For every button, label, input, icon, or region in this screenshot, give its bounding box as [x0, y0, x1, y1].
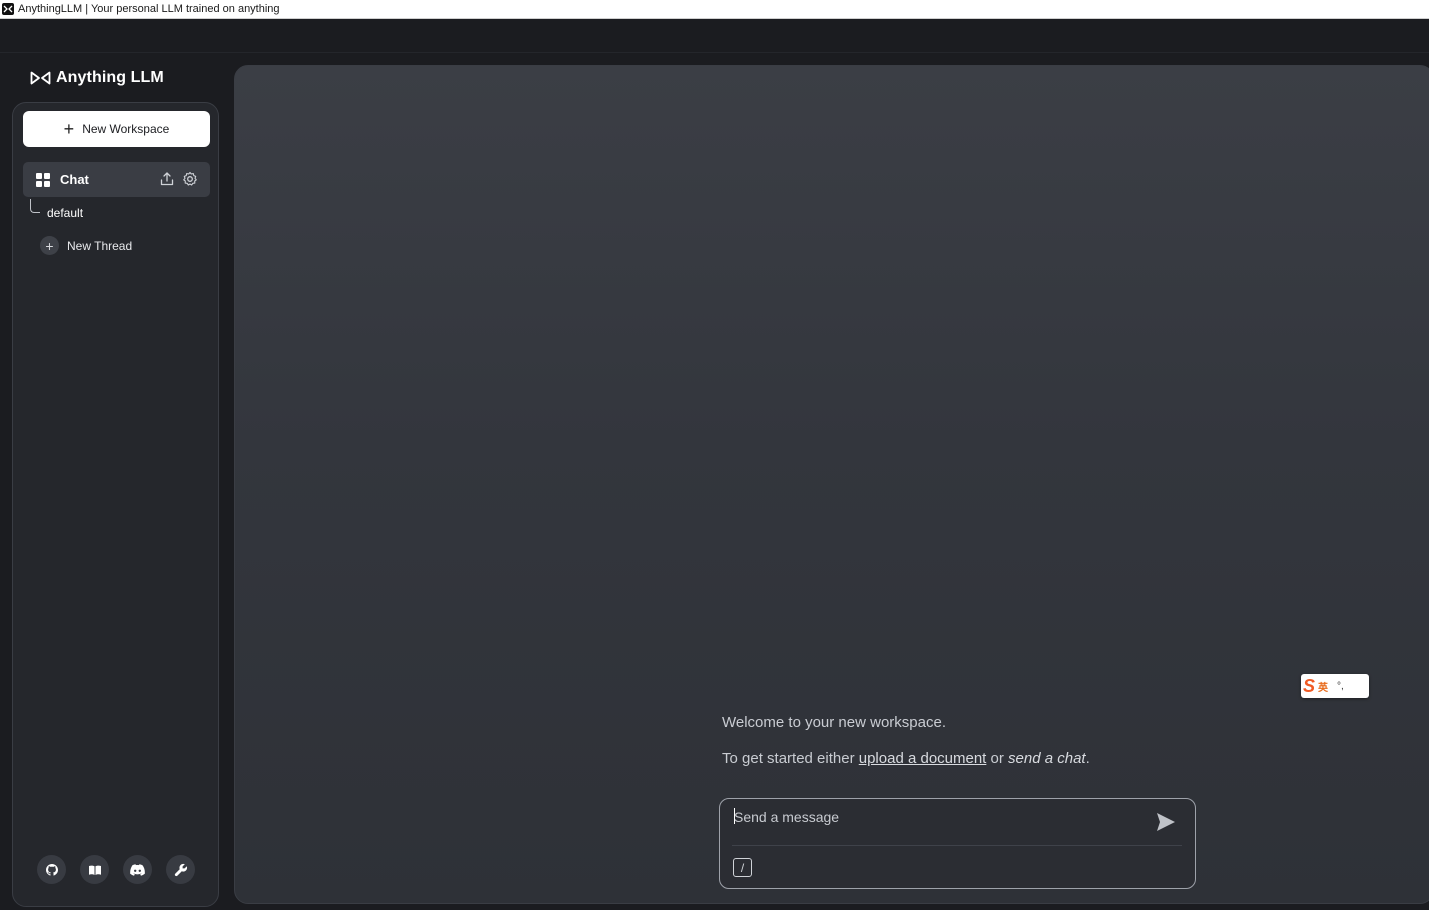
- ime-logo: S: [1303, 676, 1316, 696]
- send-icon[interactable]: [1154, 810, 1178, 834]
- get-started-text: To get started either upload a document …: [722, 750, 1090, 767]
- window-title: AnythingLLM | Your personal LLM trained …: [18, 3, 280, 15]
- message-composer: /: [719, 798, 1196, 889]
- period-text: .: [1085, 750, 1090, 767]
- discord-icon[interactable]: [123, 855, 152, 884]
- docs-book-icon[interactable]: [80, 855, 109, 884]
- slash-command-button[interactable]: /: [733, 858, 752, 877]
- grid-icon: [36, 172, 50, 187]
- new-workspace-label: New Workspace: [82, 122, 170, 136]
- sidebar: + New Workspace Chat default + New Threa…: [12, 102, 219, 907]
- brand-name: Anything LLM: [56, 69, 164, 86]
- new-thread-label: New Thread: [67, 238, 133, 253]
- welcome-text: Welcome to your new workspace.: [722, 714, 946, 731]
- window-titlebar: AnythingLLM | Your personal LLM trained …: [0, 0, 1429, 19]
- chat-main-panel: S 英 °, Welcome to your new workspace. To…: [234, 65, 1429, 904]
- gear-icon[interactable]: [182, 171, 198, 187]
- send-chat-text: send a chat: [1008, 750, 1086, 767]
- message-input[interactable]: [734, 807, 1134, 827]
- ime-punct-indicator: °,: [1337, 680, 1344, 692]
- workspace-item-chat[interactable]: Chat: [23, 162, 210, 197]
- app-icon: [2, 3, 14, 15]
- or-text: or: [990, 750, 1004, 767]
- plus-icon: +: [63, 119, 75, 139]
- plus-icon: +: [40, 236, 59, 255]
- ime-toolbar[interactable]: S 英 °,: [1301, 674, 1369, 698]
- get-started-prefix: To get started either: [722, 750, 855, 767]
- brand-logo: Anything LLM: [30, 68, 164, 88]
- upload-document-link[interactable]: upload a document: [859, 750, 987, 767]
- new-thread-button[interactable]: + New Thread: [40, 236, 132, 255]
- thread-item-default[interactable]: default: [47, 206, 83, 220]
- top-strip: [0, 19, 1429, 53]
- workspace-label: Chat: [60, 172, 89, 187]
- thread-connector: [30, 199, 40, 213]
- upload-icon[interactable]: [159, 171, 175, 187]
- settings-wrench-icon[interactable]: [166, 855, 195, 884]
- text-caret: [734, 808, 735, 824]
- slash-command-label: /: [740, 860, 745, 875]
- github-icon[interactable]: [37, 855, 66, 884]
- composer-divider: [732, 845, 1182, 846]
- sidebar-footer: [37, 855, 195, 884]
- anything-llm-logo-icon: [30, 71, 51, 85]
- ime-lang-indicator: 英: [1318, 682, 1329, 694]
- new-workspace-button[interactable]: + New Workspace: [23, 111, 210, 147]
